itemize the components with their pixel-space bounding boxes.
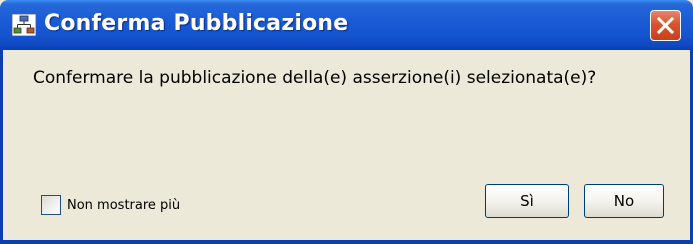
confirmation-message: Confermare la pubblicazione della(e) ass… (33, 68, 597, 88)
yes-button[interactable]: Sì (485, 184, 569, 218)
title-bar[interactable]: Conferma Pubblicazione (0, 0, 693, 50)
confirm-dialog: Conferma Pubblicazione Confermare la pub… (0, 0, 693, 244)
dont-show-again-checkbox[interactable] (41, 195, 61, 215)
dont-show-again-label[interactable]: Non mostrare più (67, 198, 180, 213)
dialog-title: Conferma Pubblicazione (44, 11, 349, 36)
no-button[interactable]: No (584, 184, 664, 218)
app-network-icon (12, 14, 36, 36)
close-icon (656, 16, 675, 35)
close-button[interactable] (650, 10, 681, 41)
window-bottom-border (0, 240, 693, 244)
dont-show-again-option[interactable]: Non mostrare più (41, 194, 180, 216)
